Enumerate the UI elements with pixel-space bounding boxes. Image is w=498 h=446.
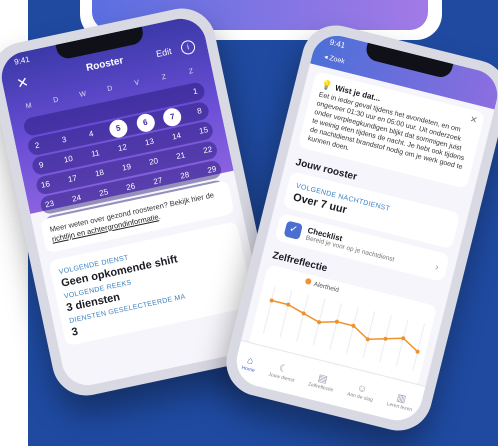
calendar-day[interactable]: 1 — [185, 81, 206, 102]
calendar-day[interactable]: 2 — [27, 135, 48, 156]
calendar-day[interactable]: 9 — [31, 155, 52, 176]
tab-clipboard[interactable]: ▤ Zelfreflectie — [307, 370, 336, 393]
calendar-empty — [49, 110, 70, 131]
calendar-day[interactable]: 3 — [54, 129, 75, 150]
tab-book[interactable]: ▥ Leren lezen — [386, 390, 415, 413]
calendar-day[interactable]: 17 — [62, 169, 83, 190]
calendar-day[interactable]: 26 — [120, 177, 141, 198]
calendar-day[interactable]: 11 — [85, 143, 106, 164]
chart-gridline — [262, 286, 276, 334]
edit-button[interactable]: Edit — [155, 46, 172, 59]
weekday-header: Z — [161, 73, 167, 82]
calendar-day[interactable]: 15 — [193, 120, 214, 141]
promo-stage: 9:41 ✕ Rooster Edit i MDWDVZZ 1234567891… — [0, 0, 498, 446]
close-icon[interactable]: ✕ — [468, 114, 479, 127]
status-time: 9:41 — [13, 54, 31, 67]
chart-gridline — [345, 307, 359, 355]
calendar-day[interactable]: 12 — [112, 138, 133, 159]
calendar-empty — [104, 98, 125, 119]
alertness-point — [383, 337, 388, 342]
calendar-empty — [158, 87, 179, 108]
chart-gridline — [296, 294, 309, 342]
tab-moon[interactable]: ☾ Jouw dienst — [268, 360, 298, 384]
tab-home[interactable]: ⌂ Home — [241, 354, 258, 374]
calendar-day[interactable]: 25 — [93, 182, 114, 203]
calendar-day[interactable]: 8 — [189, 101, 210, 122]
back-label: Zoek — [328, 54, 346, 66]
alertness-point — [269, 298, 274, 303]
calendar-day[interactable]: 16 — [35, 174, 56, 195]
calendar-day[interactable]: 27 — [147, 171, 168, 192]
chart-gridline — [279, 290, 293, 338]
calendar-day[interactable]: 24 — [66, 188, 87, 209]
chart-gridline — [362, 311, 376, 359]
tab-label: Home — [241, 364, 256, 374]
chart-gridline — [412, 323, 425, 371]
calendar-day[interactable]: 23 — [39, 194, 60, 215]
chevron-right-icon: › — [433, 262, 440, 274]
calendar-empty — [131, 93, 152, 114]
calendar-day[interactable]: 19 — [116, 157, 137, 178]
calendar-day[interactable]: 18 — [89, 163, 110, 184]
calendar-day[interactable]: 14 — [166, 126, 187, 147]
calendar-day[interactable]: 4 — [81, 124, 102, 145]
calendar-day[interactable]: 6 — [134, 112, 157, 134]
tab-person[interactable]: ☺ Aan de slag — [346, 380, 376, 403]
calendar-day[interactable]: 5 — [107, 117, 130, 140]
alertness-point — [334, 319, 339, 324]
status-time: 9:41 — [328, 37, 347, 51]
alertness-line — [271, 299, 419, 353]
weekday-header: M — [25, 102, 33, 111]
calendar-day[interactable]: 22 — [197, 140, 218, 161]
chart-gridline — [395, 319, 409, 367]
checkbox-icon: ✓ — [283, 220, 303, 241]
weekday-header: Z — [188, 67, 194, 76]
chart-gridline — [329, 303, 342, 351]
calendar-day[interactable]: 10 — [58, 149, 79, 170]
calendar-day[interactable]: 13 — [139, 132, 160, 153]
calendar-empty — [22, 116, 43, 137]
calendar-day[interactable]: 20 — [143, 151, 164, 172]
calendar-day[interactable]: 28 — [174, 165, 195, 186]
weekday-header: D — [52, 96, 60, 105]
weekday-header: D — [106, 85, 114, 93]
weekday-header: W — [78, 90, 87, 99]
back-link[interactable]: ◂ Zoek — [323, 53, 345, 66]
legend-dot — [304, 278, 312, 286]
calendar-day[interactable]: 7 — [161, 106, 184, 128]
lightbulb-icon: 💡 — [320, 78, 334, 92]
calendar-empty — [76, 104, 97, 125]
weekday-header: V — [133, 79, 141, 88]
calendar-day[interactable]: 29 — [201, 159, 222, 180]
calendar-day[interactable]: 21 — [170, 146, 191, 167]
